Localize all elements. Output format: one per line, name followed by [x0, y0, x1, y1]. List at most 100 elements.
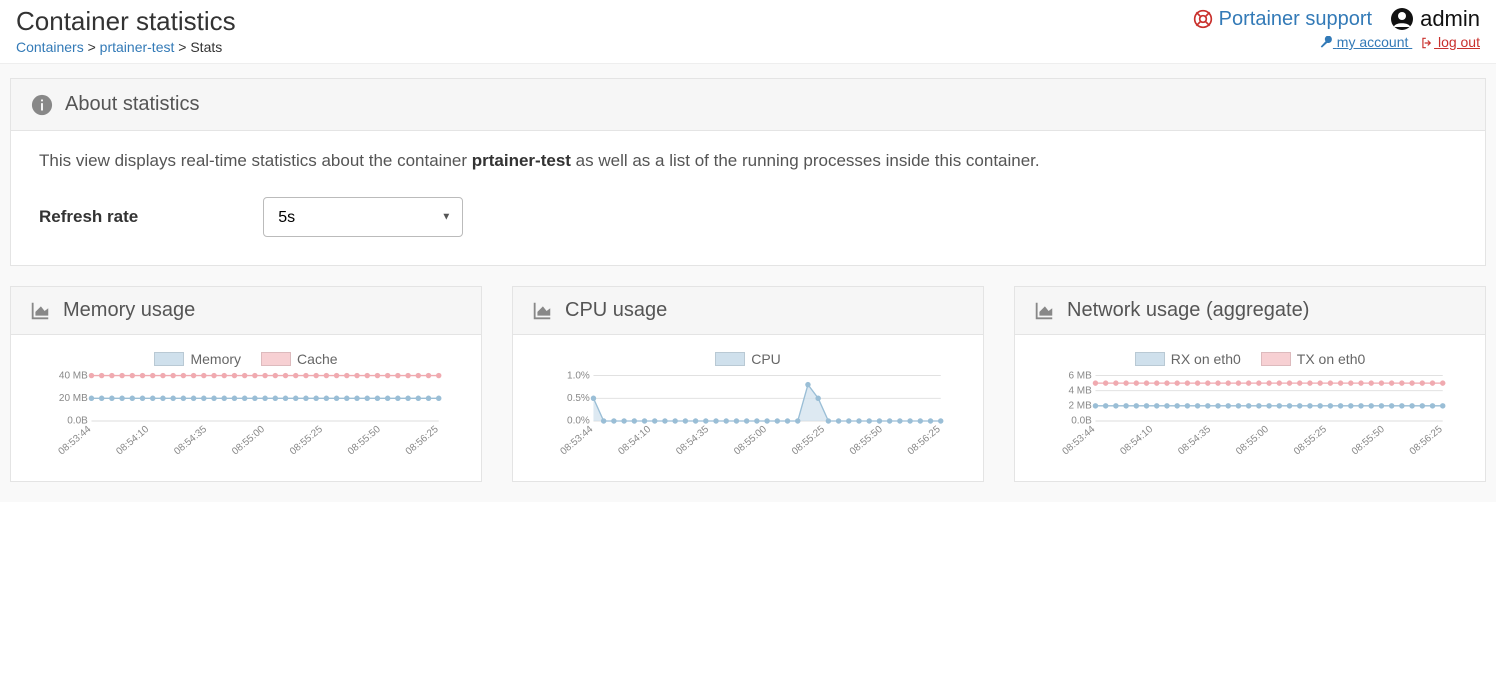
- svg-text:08:54:10: 08:54:10: [616, 424, 653, 458]
- svg-text:08:55:00: 08:55:00: [732, 424, 769, 458]
- breadcrumb-current: Stats: [190, 39, 222, 55]
- legend-rx: RX on eth0: [1135, 351, 1241, 367]
- chart-row: Memory usage Memory Cache 0.0B20 MB40 MB…: [10, 286, 1486, 482]
- header-right-line2: my account log out: [1193, 34, 1480, 50]
- refresh-label: Refresh rate: [39, 207, 138, 227]
- svg-text:08:55:50: 08:55:50: [346, 424, 383, 458]
- user-name: admin: [1420, 6, 1480, 32]
- legend-swatch-blue: [1135, 352, 1165, 366]
- svg-text:0.5%: 0.5%: [567, 393, 590, 404]
- memory-chart-title: Memory usage: [63, 299, 195, 322]
- svg-text:08:53:44: 08:53:44: [1060, 424, 1097, 458]
- logout-link[interactable]: log out: [1420, 34, 1480, 50]
- svg-text:08:56:25: 08:56:25: [1408, 424, 1445, 458]
- area-chart-icon: [1033, 300, 1055, 322]
- svg-text:08:55:25: 08:55:25: [790, 424, 827, 458]
- svg-text:4 MB: 4 MB: [1068, 385, 1092, 396]
- area-chart-icon: [531, 300, 553, 322]
- svg-text:20 MB: 20 MB: [59, 393, 88, 404]
- area-chart-icon: [29, 300, 51, 322]
- refresh-select[interactable]: 5s: [263, 197, 463, 237]
- breadcrumb-sep: >: [178, 39, 190, 55]
- page-title: Container statistics: [16, 6, 236, 37]
- wrench-icon: [1319, 36, 1333, 50]
- about-panel-body: This view displays real-time statistics …: [11, 131, 1485, 265]
- header: Container statistics Containers > prtain…: [0, 0, 1496, 63]
- support-link-text: Portainer support: [1219, 8, 1372, 31]
- cpu-chart-title: CPU usage: [565, 299, 667, 322]
- svg-text:2 MB: 2 MB: [1068, 401, 1092, 412]
- svg-text:08:54:35: 08:54:35: [172, 424, 209, 458]
- about-text: This view displays real-time statistics …: [39, 151, 1457, 171]
- svg-text:08:53:44: 08:53:44: [56, 424, 93, 458]
- legend-cpu: CPU: [715, 351, 781, 367]
- svg-text:08:56:25: 08:56:25: [906, 424, 943, 458]
- support-link[interactable]: Portainer support: [1193, 8, 1372, 31]
- svg-text:08:55:00: 08:55:00: [230, 424, 267, 458]
- svg-text:08:55:50: 08:55:50: [848, 424, 885, 458]
- my-account-text: my account: [1337, 34, 1409, 50]
- header-right-line1: Portainer support admin: [1193, 6, 1480, 32]
- svg-text:08:55:25: 08:55:25: [288, 424, 325, 458]
- cpu-chart: 0.0%0.5%1.0%08:53:4408:54:1008:54:3508:5…: [523, 371, 973, 471]
- logout-text: log out: [1438, 34, 1480, 50]
- refresh-select-wrap: 5s: [263, 197, 463, 237]
- svg-text:08:54:10: 08:54:10: [114, 424, 151, 458]
- legend-rx-text: RX on eth0: [1171, 351, 1241, 367]
- about-prefix: This view displays real-time statistics …: [39, 151, 472, 170]
- svg-text:08:56:25: 08:56:25: [404, 424, 441, 458]
- svg-text:40 MB: 40 MB: [59, 371, 88, 381]
- legend-swatch-pink: [1261, 352, 1291, 366]
- svg-text:08:55:25: 08:55:25: [1292, 424, 1329, 458]
- network-legend: RX on eth0 TX on eth0: [1025, 351, 1475, 367]
- svg-text:08:54:35: 08:54:35: [674, 424, 711, 458]
- legend-cache: Cache: [261, 351, 337, 367]
- network-chart-body: RX on eth0 TX on eth0 0.0B2 MB4 MB6 MB08…: [1015, 335, 1485, 481]
- svg-text:08:54:35: 08:54:35: [1176, 424, 1213, 458]
- breadcrumb: Containers > prtainer-test > Stats: [16, 39, 236, 55]
- my-account-link[interactable]: my account: [1319, 34, 1412, 50]
- breadcrumb-sep: >: [88, 39, 100, 55]
- svg-text:08:55:50: 08:55:50: [1350, 424, 1387, 458]
- about-container-name: prtainer-test: [472, 151, 571, 170]
- breadcrumb-containers[interactable]: Containers: [16, 39, 84, 55]
- about-heading: About statistics: [65, 93, 200, 116]
- breadcrumb-container-name[interactable]: prtainer-test: [100, 39, 175, 55]
- network-chart: 0.0B2 MB4 MB6 MB08:53:4408:54:1008:54:35…: [1025, 371, 1475, 471]
- svg-text:08:54:10: 08:54:10: [1118, 424, 1155, 458]
- network-chart-panel: Network usage (aggregate) RX on eth0 TX …: [1014, 286, 1486, 482]
- svg-text:08:55:00: 08:55:00: [1234, 424, 1271, 458]
- network-chart-title: Network usage (aggregate): [1067, 299, 1309, 322]
- legend-memory: Memory: [154, 351, 241, 367]
- cpu-chart-panel: CPU usage CPU 0.0%0.5%1.0%08:53:4408:54:…: [512, 286, 984, 482]
- legend-swatch-blue: [154, 352, 184, 366]
- memory-legend: Memory Cache: [21, 351, 471, 367]
- legend-tx: TX on eth0: [1261, 351, 1366, 367]
- cpu-chart-header: CPU usage: [513, 287, 983, 335]
- refresh-row: Refresh rate 5s: [39, 197, 1457, 237]
- about-panel-header: About statistics: [11, 79, 1485, 131]
- memory-chart-panel: Memory usage Memory Cache 0.0B20 MB40 MB…: [10, 286, 482, 482]
- header-left: Container statistics Containers > prtain…: [16, 6, 236, 55]
- svg-text:1.0%: 1.0%: [567, 371, 590, 381]
- lifebuoy-icon: [1193, 9, 1213, 29]
- user-label: admin: [1390, 6, 1480, 32]
- legend-cache-text: Cache: [297, 351, 337, 367]
- logout-icon: [1420, 36, 1434, 50]
- memory-chart-header: Memory usage: [11, 287, 481, 335]
- header-right: Portainer support admin my account: [1193, 6, 1480, 50]
- info-icon: [31, 94, 53, 116]
- legend-memory-text: Memory: [190, 351, 241, 367]
- cpu-legend: CPU: [523, 351, 973, 367]
- svg-text:08:53:44: 08:53:44: [558, 424, 595, 458]
- legend-swatch-pink: [261, 352, 291, 366]
- legend-swatch-blue: [715, 352, 745, 366]
- cpu-chart-body: CPU 0.0%0.5%1.0%08:53:4408:54:1008:54:35…: [513, 335, 983, 481]
- user-icon: [1390, 7, 1414, 31]
- svg-text:6 MB: 6 MB: [1068, 371, 1092, 381]
- content: About statistics This view displays real…: [0, 64, 1496, 502]
- legend-tx-text: TX on eth0: [1297, 351, 1366, 367]
- about-suffix: as well as a list of the running process…: [571, 151, 1040, 170]
- about-panel: About statistics This view displays real…: [10, 78, 1486, 266]
- legend-cpu-text: CPU: [751, 351, 781, 367]
